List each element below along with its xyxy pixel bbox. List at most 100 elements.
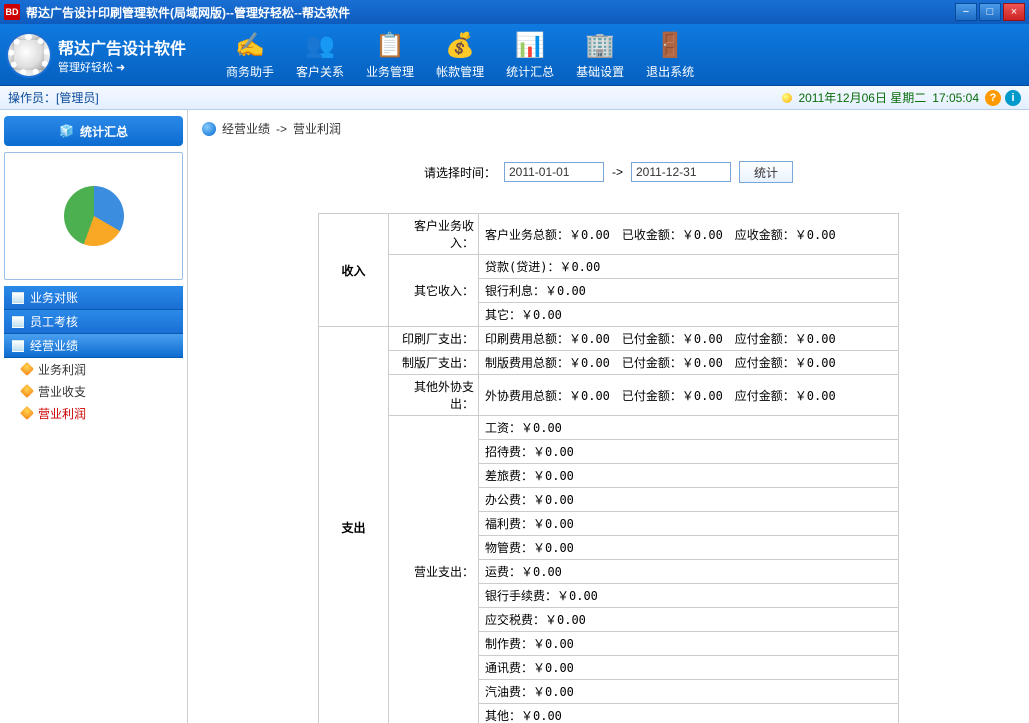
main-toolbar: 帮达广告设计软件 管理好轻松 ➜ ✍商务助手👥客户关系📋业务管理💰帐款管理📊统计…	[0, 24, 1029, 86]
toolbar-label: 商务助手	[226, 63, 274, 80]
cell: 物管费：￥0.00	[479, 536, 899, 560]
nav-label: 经营业绩	[30, 337, 78, 354]
cell: 客户业务收入：	[389, 214, 479, 255]
app-icon: BD	[4, 4, 20, 20]
filter-row: 请选择时间： -> 统计	[202, 161, 1015, 183]
cell: 其他外协支出：	[389, 375, 479, 416]
subnav-label: 营业利润	[38, 405, 86, 422]
toolbar-label: 帐款管理	[436, 63, 484, 80]
subnav-business-profit[interactable]: 业务利润	[4, 358, 183, 380]
subnav-revenue-expense[interactable]: 营业收支	[4, 380, 183, 402]
filter-arrow: ->	[612, 165, 623, 179]
cell: 贷款(贷进)：￥0.00	[479, 255, 899, 279]
cell: 支出	[319, 327, 389, 723]
toolbar-icon: 🏢	[584, 29, 616, 61]
toolbar-label: 业务管理	[366, 63, 414, 80]
pie-chart-icon	[64, 186, 124, 246]
nav-business-perf[interactable]: 经营业绩	[4, 334, 183, 358]
cube-icon	[12, 316, 24, 328]
clock-icon	[782, 93, 792, 103]
subnav-operating-profit[interactable]: 营业利润	[4, 402, 183, 424]
nav-employee-assess[interactable]: 员工考核	[4, 310, 183, 334]
nav-business-recon[interactable]: 业务对账	[4, 286, 183, 310]
cube-icon	[12, 340, 24, 352]
main-area: 🧊 统计汇总 业务对账 员工考核 经营业绩 业务利润 营业收支 营业利润 经营业…	[0, 110, 1029, 723]
logo-title: 帮达广告设计软件	[58, 35, 186, 59]
cell: 福利费：￥0.00	[479, 512, 899, 536]
bullet-icon	[20, 362, 34, 376]
maximize-button[interactable]: □	[979, 3, 1001, 21]
toolbar-button[interactable]: 👥 客户关系	[296, 29, 344, 80]
toolbar-button[interactable]: 🚪 退出系统	[646, 29, 694, 80]
toolbar-icon: 👥	[304, 29, 336, 61]
cell: 差旅费：￥0.00	[479, 464, 899, 488]
cell: 印刷厂支出：	[389, 327, 479, 351]
subnav-label: 营业收支	[38, 383, 86, 400]
toolbar-label: 统计汇总	[506, 63, 554, 80]
globe-icon	[202, 122, 216, 136]
bullet-icon	[20, 384, 34, 398]
breadcrumb-sep: ->	[276, 122, 287, 136]
toolbar-icon: 📋	[374, 29, 406, 61]
operator-value: [管理员]	[56, 91, 99, 105]
breadcrumb-b: 营业利润	[293, 120, 341, 137]
toolbar-button[interactable]: 📋 业务管理	[366, 29, 414, 80]
cell: 应交税费：￥0.00	[479, 608, 899, 632]
gear-icon	[8, 34, 50, 76]
sidebar-image	[4, 152, 183, 280]
status-bar: 操作员：[管理员] 2011年12月06日 星期二 17:05:04 ? i	[0, 86, 1029, 110]
minimize-button[interactable]: −	[955, 3, 977, 21]
window-buttons: − □ ×	[955, 3, 1025, 21]
cell: 印刷费用总额：￥0.00 已付金额：￥0.00 应付金额：￥0.00	[479, 327, 899, 351]
operator-label: 操作员：	[8, 91, 56, 105]
breadcrumb: 经营业绩 -> 营业利润	[202, 120, 1015, 137]
cell: 汽油费：￥0.00	[479, 680, 899, 704]
subnav-label: 业务利润	[38, 361, 86, 378]
bullet-icon	[20, 406, 34, 420]
breadcrumb-a: 经营业绩	[222, 120, 270, 137]
toolbar-label: 基础设置	[576, 63, 624, 80]
content-area: 经营业绩 -> 营业利润 请选择时间： -> 统计 收入客户业务收入：客户业务总…	[188, 110, 1029, 723]
toolbar-icon: 🚪	[654, 29, 686, 61]
cell: 其他：￥0.00	[479, 704, 899, 723]
titlebar: BD 帮达广告设计印刷管理软件(局域网版)--管理好轻松--帮达软件 − □ ×	[0, 0, 1029, 24]
close-button[interactable]: ×	[1003, 3, 1025, 21]
cube-icon: 🧊	[59, 124, 74, 138]
filter-label: 请选择时间：	[424, 164, 496, 181]
toolbar-button[interactable]: 🏢 基础设置	[576, 29, 624, 80]
date-from-input[interactable]	[504, 162, 604, 182]
cell: 办公费：￥0.00	[479, 488, 899, 512]
info-icon[interactable]: i	[1005, 90, 1021, 106]
cell: 制版费用总额：￥0.00 已付金额：￥0.00 应付金额：￥0.00	[479, 351, 899, 375]
status-date: 2011年12月06日 星期二	[798, 89, 926, 106]
date-to-input[interactable]	[631, 162, 731, 182]
cell: 收入	[319, 214, 389, 327]
stats-button[interactable]: 统计	[739, 161, 793, 183]
toolbar-icon: ✍	[234, 29, 266, 61]
cell: 招待费：￥0.00	[479, 440, 899, 464]
toolbar-label: 退出系统	[646, 63, 694, 80]
toolbar-label: 客户关系	[296, 63, 344, 80]
profit-table: 收入客户业务收入：客户业务总额：￥0.00 已收金额：￥0.00 应收金额：￥0…	[318, 213, 899, 723]
status-time: 17:05:04	[932, 91, 979, 105]
cell: 制版厂支出：	[389, 351, 479, 375]
toolbar-button[interactable]: ✍ 商务助手	[226, 29, 274, 80]
sidebar: 🧊 统计汇总 业务对账 员工考核 经营业绩 业务利润 营业收支 营业利润	[0, 110, 188, 723]
cell: 外协费用总额：￥0.00 已付金额：￥0.00 应付金额：￥0.00	[479, 375, 899, 416]
sidebar-header-label: 统计汇总	[80, 123, 128, 140]
cell: 运费：￥0.00	[479, 560, 899, 584]
cell: 其它收入：	[389, 255, 479, 327]
sidebar-header: 🧊 统计汇总	[4, 116, 183, 146]
toolbar-button[interactable]: 📊 统计汇总	[506, 29, 554, 80]
toolbar-icon: 📊	[514, 29, 546, 61]
toolbar-button[interactable]: 💰帐款管理	[436, 29, 484, 80]
help-icon[interactable]: ?	[985, 90, 1001, 106]
nav-label: 业务对账	[30, 289, 78, 306]
window-title: 帮达广告设计印刷管理软件(局域网版)--管理好轻松--帮达软件	[26, 4, 955, 21]
cell: 通讯费：￥0.00	[479, 656, 899, 680]
cell: 制作费：￥0.00	[479, 632, 899, 656]
cell: 工资：￥0.00	[479, 416, 899, 440]
cell: 其它：￥0.00	[479, 303, 899, 327]
nav-label: 员工考核	[30, 313, 78, 330]
cell: 客户业务总额：￥0.00 已收金额：￥0.00 应收金额：￥0.00	[479, 214, 899, 255]
